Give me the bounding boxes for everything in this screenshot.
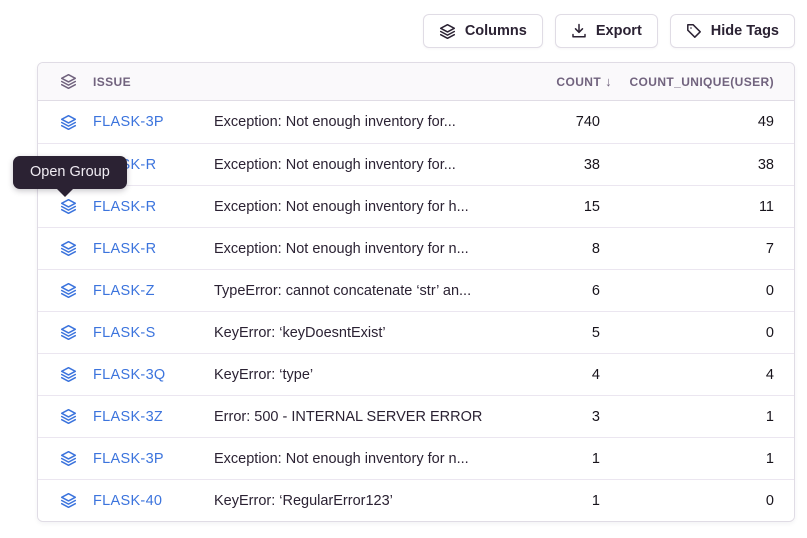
- count-unique-value: 49: [612, 114, 794, 130]
- count-unique-value: 38: [612, 157, 794, 173]
- count-value: 15: [492, 199, 612, 215]
- count-unique-value: 0: [612, 493, 794, 509]
- table-row[interactable]: FLASK-3Z Error: 500 - INTERNAL SERVER ER…: [38, 395, 794, 437]
- issue-message: Exception: Not enough inventory for n...: [214, 241, 492, 257]
- issues-table: ISSUE COUNT ↓ COUNT_UNIQUE(USER) FLASK-3P…: [37, 62, 795, 522]
- issue-link[interactable]: FLASK-3Z: [93, 409, 163, 425]
- stack-icon: [439, 23, 456, 40]
- columns-button[interactable]: Columns: [423, 14, 543, 48]
- issue-link[interactable]: FLASK-3P: [93, 114, 164, 130]
- table-row[interactable]: FLASK-R Exception: Not enough inventory …: [38, 227, 794, 269]
- sort-descending-icon: ↓: [605, 74, 612, 89]
- issue-link[interactable]: FLASK-Z: [93, 283, 155, 299]
- table-row[interactable]: FLASK-40 KeyError: ‘RegularError123’ 1 0: [38, 479, 794, 521]
- count-unique-value: 0: [612, 325, 794, 341]
- table-row[interactable]: FLASK-3P Exception: Not enough inventory…: [38, 101, 794, 143]
- export-button[interactable]: Export: [555, 14, 658, 48]
- count-value: 5: [492, 325, 612, 341]
- issue-message: Error: 500 - INTERNAL SERVER ERROR: [214, 409, 492, 425]
- header-issue[interactable]: ISSUE: [38, 73, 214, 90]
- open-group-tooltip: Open Group: [13, 156, 127, 189]
- count-value: 1: [492, 493, 612, 509]
- count-value: 3: [492, 409, 612, 425]
- count-unique-value: 4: [612, 367, 794, 383]
- stack-icon: [60, 240, 77, 257]
- hide-tags-button[interactable]: Hide Tags: [670, 14, 795, 48]
- stack-icon: [60, 366, 77, 383]
- count-unique-value: 7: [612, 241, 794, 257]
- stack-icon: [60, 408, 77, 425]
- count-value: 6: [492, 283, 612, 299]
- issue-message: Exception: Not enough inventory for...: [214, 114, 492, 130]
- count-value: 8: [492, 241, 612, 257]
- issue-link[interactable]: FLASK-R: [93, 241, 156, 257]
- count-unique-value: 1: [612, 409, 794, 425]
- stack-icon: [60, 198, 77, 215]
- header-count-unique-label: COUNT_UNIQUE(USER): [629, 75, 774, 89]
- tag-icon: [686, 23, 702, 39]
- issue-message: Exception: Not enough inventory for n...: [214, 451, 492, 467]
- stack-icon: [60, 324, 77, 341]
- issue-link[interactable]: FLASK-R: [93, 199, 156, 215]
- table-row[interactable]: FLASK-S KeyError: ‘keyDoesntExist’ 5 0: [38, 311, 794, 353]
- issue-message: KeyError: ‘RegularError123’: [214, 493, 492, 509]
- export-button-label: Export: [596, 23, 642, 39]
- issue-link[interactable]: FLASK-40: [93, 493, 162, 509]
- stack-icon: [60, 73, 77, 90]
- issue-message: Exception: Not enough inventory for h...: [214, 199, 492, 215]
- header-issue-label: ISSUE: [93, 75, 131, 89]
- issue-link[interactable]: FLASK-S: [93, 325, 156, 341]
- count-value: 1: [492, 451, 612, 467]
- table-row[interactable]: FLASK-R Exception: Not enough inventory …: [38, 185, 794, 227]
- issue-message: KeyError: ‘type’: [214, 367, 492, 383]
- stack-icon: [60, 114, 77, 131]
- table-row[interactable]: FLASK-R Exception: Not enough inventory …: [38, 143, 794, 185]
- stack-icon: [60, 450, 77, 467]
- issue-message: Exception: Not enough inventory for...: [214, 157, 492, 173]
- table-row[interactable]: FLASK-Z TypeError: cannot concatenate ‘s…: [38, 269, 794, 311]
- columns-button-label: Columns: [465, 23, 527, 39]
- count-value: 740: [492, 114, 612, 130]
- issue-link[interactable]: FLASK-3P: [93, 451, 164, 467]
- header-count-unique[interactable]: COUNT_UNIQUE(USER): [612, 75, 794, 89]
- table-header: ISSUE COUNT ↓ COUNT_UNIQUE(USER): [38, 63, 794, 101]
- hide-tags-button-label: Hide Tags: [711, 23, 779, 39]
- count-value: 38: [492, 157, 612, 173]
- open-group-tooltip-label: Open Group: [30, 164, 110, 180]
- count-value: 4: [492, 367, 612, 383]
- table-row[interactable]: FLASK-3P Exception: Not enough inventory…: [38, 437, 794, 479]
- stack-icon: [60, 492, 77, 509]
- count-unique-value: 0: [612, 283, 794, 299]
- table-body: FLASK-3P Exception: Not enough inventory…: [38, 101, 794, 521]
- toolbar: Columns Export Hide Tags: [423, 14, 795, 48]
- issue-link[interactable]: FLASK-3Q: [93, 367, 166, 383]
- stack-icon: [60, 282, 77, 299]
- issue-message: KeyError: ‘keyDoesntExist’: [214, 325, 492, 341]
- issue-message: TypeError: cannot concatenate ‘str’ an..…: [214, 283, 492, 299]
- count-unique-value: 1: [612, 451, 794, 467]
- download-icon: [571, 23, 587, 39]
- table-row[interactable]: FLASK-3Q KeyError: ‘type’ 4 4: [38, 353, 794, 395]
- header-count-label: COUNT: [556, 75, 601, 89]
- header-count[interactable]: COUNT ↓: [492, 74, 612, 89]
- count-unique-value: 11: [612, 199, 794, 215]
